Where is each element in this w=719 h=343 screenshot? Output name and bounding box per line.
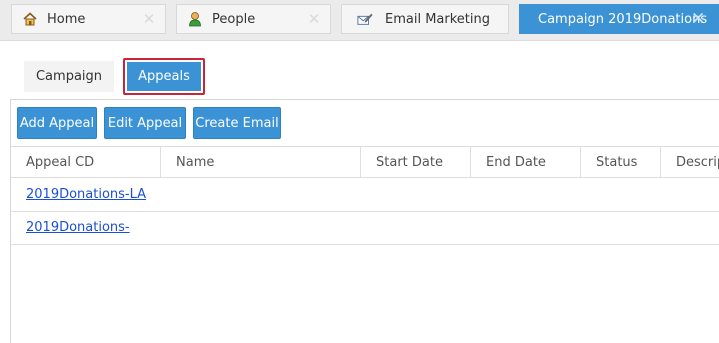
column-header-name[interactable]: Name bbox=[161, 147, 361, 177]
column-header-start-date[interactable]: Start Date bbox=[361, 147, 471, 177]
close-icon[interactable]: ✕ bbox=[142, 12, 156, 27]
subtab-appeals[interactable]: Appeals bbox=[127, 62, 201, 91]
tab-email-marketing[interactable]: Email Marketing bbox=[341, 4, 509, 34]
table-row: 2019Donations- bbox=[11, 212, 719, 245]
email-edit-icon bbox=[357, 11, 373, 27]
tab-campaign-label: Campaign 2019Donations bbox=[538, 11, 708, 27]
tab-campaign-2019donations[interactable]: Campaign 2019Donations ✕ bbox=[519, 4, 719, 34]
tab-home[interactable]: Home ✕ bbox=[11, 4, 166, 34]
appeal-cd-link[interactable]: 2019Donations- bbox=[26, 220, 130, 235]
tab-email-marketing-label: Email Marketing bbox=[385, 11, 490, 27]
table-row: 2019Donations-LA bbox=[11, 179, 719, 212]
person-icon bbox=[187, 11, 203, 27]
column-header-description[interactable]: Descript bbox=[661, 147, 719, 177]
table-header: Appeal CD Name Start Date End Date Statu… bbox=[11, 146, 719, 178]
column-header-end-date[interactable]: End Date bbox=[471, 147, 581, 177]
tab-people-label: People bbox=[212, 11, 256, 27]
appeal-cd-link[interactable]: 2019Donations-LA bbox=[26, 187, 146, 202]
column-header-status[interactable]: Status bbox=[581, 147, 661, 177]
appeals-highlight-frame: Appeals bbox=[123, 58, 205, 95]
column-header-appeal-cd[interactable]: Appeal CD bbox=[11, 147, 161, 177]
close-icon[interactable]: ✕ bbox=[307, 12, 321, 27]
top-tab-bar: Home ✕ People ✕ Email Marketing Campaign… bbox=[0, 0, 719, 41]
tab-people[interactable]: People ✕ bbox=[176, 4, 331, 34]
add-appeal-button[interactable]: Add Appeal bbox=[17, 107, 97, 139]
home-icon bbox=[22, 11, 38, 27]
subtab-campaign[interactable]: Campaign bbox=[24, 61, 114, 92]
tab-home-label: Home bbox=[47, 11, 86, 27]
edit-appeal-button[interactable]: Edit Appeal bbox=[104, 107, 186, 139]
create-email-button[interactable]: Create Email bbox=[193, 107, 281, 139]
close-icon[interactable]: ✕ bbox=[691, 11, 705, 28]
